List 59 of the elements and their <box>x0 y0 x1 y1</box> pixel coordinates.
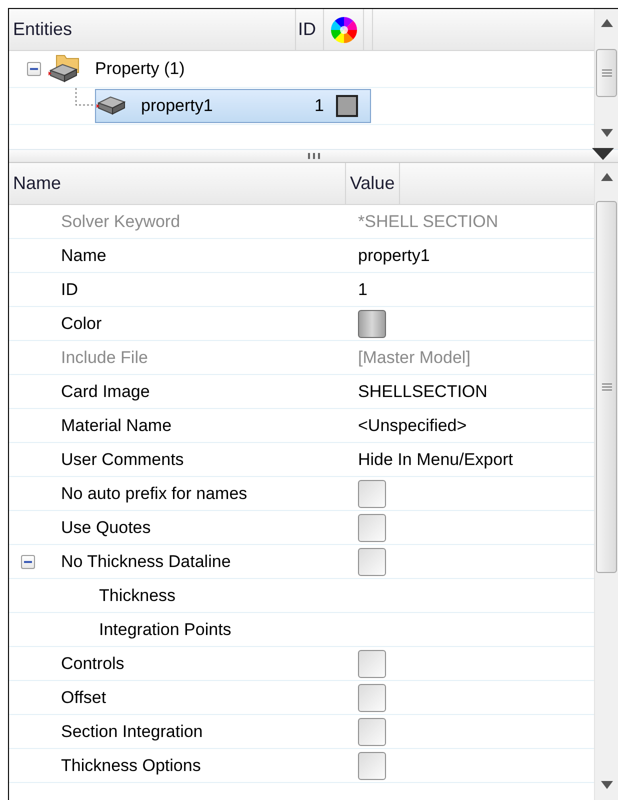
property-name: No auto prefix for names <box>61 484 248 504</box>
property-name: Controls <box>61 654 124 674</box>
property-name: User Comments <box>61 450 184 470</box>
scrollbar[interactable] <box>594 163 618 800</box>
scroll-down-icon[interactable] <box>600 781 612 789</box>
property-name: Color <box>61 314 102 334</box>
value-column-header[interactable]: Value <box>346 163 400 204</box>
value-text: SHELLSECTION <box>358 382 488 402</box>
checkbox[interactable] <box>358 548 386 576</box>
property-name: Offset <box>61 688 106 708</box>
color-wheel-icon[interactable] <box>330 16 358 44</box>
value-text: property1 <box>358 246 430 266</box>
value-text: Hide In Menu/Export <box>358 450 513 470</box>
tree-item[interactable]: property1 1 <box>95 89 371 123</box>
checkbox[interactable] <box>358 718 386 746</box>
value-text: [Master Model] <box>358 348 470 368</box>
scroll-thumb[interactable] <box>596 201 617 573</box>
property-name: Solver Keyword <box>61 212 180 232</box>
property-name: Use Quotes <box>61 518 151 538</box>
minus-icon <box>24 560 32 562</box>
minus-icon <box>30 68 38 70</box>
checkbox[interactable] <box>358 684 386 712</box>
grip-icon <box>602 69 612 77</box>
tree-connector <box>75 88 95 106</box>
name-column-header[interactable]: Name <box>9 163 346 204</box>
grip-icon <box>602 383 612 391</box>
property-name: Material Name <box>61 416 172 436</box>
scroll-down-icon[interactable] <box>600 129 612 137</box>
dropdown-arrow-icon[interactable] <box>592 148 614 160</box>
value-text: <Unspecified> <box>358 416 467 436</box>
grip-icon <box>308 153 320 159</box>
scrollbar[interactable] <box>594 9 618 149</box>
property-name: Card Image <box>61 382 150 402</box>
entities-column-header[interactable]: Entities <box>9 9 296 50</box>
folder-box-icon <box>48 54 81 84</box>
checkbox[interactable] <box>358 752 386 780</box>
property-name: Integration Points <box>99 620 232 640</box>
collapse-toggle[interactable] <box>21 554 35 568</box>
property-name: Name <box>61 246 106 266</box>
property-name: Thickness Options <box>61 756 201 776</box>
checkbox[interactable] <box>358 480 386 508</box>
scroll-up-icon[interactable] <box>600 173 612 181</box>
checkbox[interactable] <box>358 514 386 542</box>
box-icon <box>96 96 127 116</box>
value-text: *SHELL SECTION <box>358 212 498 232</box>
property-name: Section Integration <box>61 722 203 742</box>
property-name: No Thickness Dataline <box>61 552 231 572</box>
collapse-toggle[interactable] <box>27 62 41 76</box>
id-text: 1 <box>314 96 324 116</box>
tree-item[interactable]: Property (1) <box>47 52 194 86</box>
scroll-up-icon[interactable] <box>600 19 612 27</box>
property-name: Include File <box>61 348 148 368</box>
property-name: ID <box>61 280 78 300</box>
scroll-thumb[interactable] <box>596 49 617 97</box>
value-text: 1 <box>358 280 368 300</box>
color-button[interactable] <box>358 310 386 338</box>
id-column-header[interactable]: ID <box>296 9 324 50</box>
checkbox[interactable] <box>358 650 386 678</box>
property-name: Thickness <box>99 586 176 606</box>
